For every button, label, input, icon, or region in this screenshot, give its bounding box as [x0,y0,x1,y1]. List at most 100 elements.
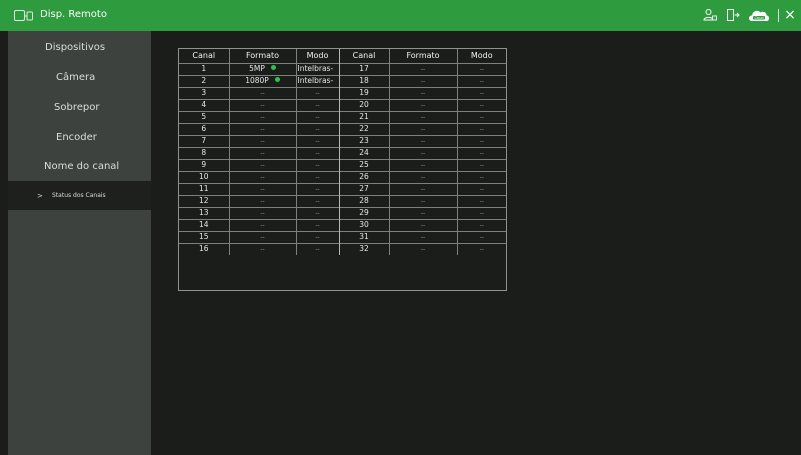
channel-number-cell: 1 [179,62,229,75]
mode-cell: -- [456,158,506,171]
mode-cell-text: -- [315,137,320,145]
format-cell-text: -- [420,173,426,181]
channel-number-cell-text: 17 [359,64,369,73]
mode-cell: -- [456,242,506,255]
mode-cell: -- [456,110,506,123]
sidebar-item-dispositivos[interactable]: Dispositivos [8,33,151,62]
mode-cell: -- [295,218,339,231]
mode-cell: -- [295,110,339,123]
channel-number-cell-text: 6 [201,124,207,133]
format-cell-text: -- [260,137,265,145]
table-row: 11 -- -- 27 -- -- [179,182,506,195]
format-cell: -- [228,146,296,159]
column-header-modo: Modo [456,49,506,63]
format-cell-text: -- [260,197,265,205]
mode-cell: -- [295,158,339,171]
format-cell-text: -- [260,173,265,181]
format-cell: -- [228,110,296,123]
table-row: 14 -- -- 30 -- -- [179,218,506,231]
mode-cell-text: -- [479,89,484,97]
channel-number-cell: 24 [338,146,389,159]
channel-number-cell: 32 [338,242,389,255]
channel-number-cell-text: 19 [359,88,369,97]
mode-cell: -- [456,206,506,219]
table-row: 8 -- -- 24 -- -- [179,146,506,159]
channel-number-cell: 13 [179,206,229,219]
format-cell: -- [388,206,457,219]
title-bar-separator [778,9,779,22]
mode-cell-text: -- [479,245,484,253]
format-cell: -- [228,206,296,219]
format-cell-text: -- [420,113,426,121]
mode-cell-text: -- [479,161,484,169]
column-header-canal: Canal [338,49,389,63]
mode-cell-text: -- [479,149,484,157]
mode-cell-text: -- [315,149,320,157]
format-cell-text: -- [260,89,265,97]
table-row: 16 -- -- 32 -- -- [179,242,506,255]
sidebar-item-label: Câmera [56,72,96,83]
channel-number-cell-text: 14 [198,220,209,229]
mode-cell-text: -- [479,173,484,181]
format-cell: -- [228,194,296,207]
channel-number-cell: 5 [179,110,229,123]
sidebar-item-status-dos-canais[interactable]: > Status dos Canais [8,181,151,210]
format-cell-text: -- [420,161,426,169]
table-row: 3 -- -- 19 -- -- [179,86,506,99]
mode-cell: Intelbras- [295,74,339,87]
column-header-modo: Modo [295,49,339,63]
mode-cell: -- [456,218,506,231]
format-cell: -- [388,158,457,171]
channel-number-cell: 31 [338,230,389,243]
channel-number-cell: 8 [179,146,229,159]
cloud-icon[interactable]: Cloud [747,7,771,23]
column-header-formato: Formato [228,49,296,63]
mode-cell: -- [456,74,506,87]
mode-cell-text: -- [479,209,484,217]
channel-number-cell: 15 [179,230,229,243]
mode-cell: -- [295,170,339,183]
table-row: 15 -- -- 31 -- -- [179,230,506,243]
sidebar-item-sobrepor[interactable]: Sobrepor [8,93,151,122]
mode-cell-text: -- [479,77,484,85]
user-icon[interactable] [703,7,717,23]
close-icon[interactable]: × [784,7,796,23]
sidebar-item-label: Status dos Canais [52,192,106,199]
format-cell-text: -- [420,65,426,73]
format-cell: -- [228,218,296,231]
channel-number-cell: 14 [179,218,229,231]
format-cell: -- [388,218,457,231]
remote-device-icon [14,10,33,21]
mode-cell-text: -- [315,161,320,169]
channel-number-cell-text: 9 [201,160,207,169]
mode-cell: -- [456,62,506,75]
format-cell: -- [388,170,457,183]
mode-cell-text: -- [479,233,484,241]
mode-cell-text: -- [479,113,484,121]
sidebar-item-nome-do-canal[interactable]: Nome do canal [8,152,151,181]
sidebar-item-encoder[interactable]: Encoder [8,123,151,152]
channel-number-cell: 25 [338,158,389,171]
mode-cell-text: -- [315,221,320,229]
format-cell: -- [228,98,296,111]
format-cell-text: -- [420,197,426,205]
format-cell: -- [388,182,457,195]
mode-cell: -- [456,98,506,111]
sidebar-item-camera[interactable]: Câmera [8,63,151,92]
channel-number-cell: 18 [338,74,389,87]
format-cell: -- [388,122,457,135]
column-header-canal: Canal [192,50,216,60]
channel-number-cell: 10 [179,170,229,183]
channel-number-cell: 17 [338,62,389,75]
channel-number-cell: 28 [338,194,389,207]
channel-number-cell: 23 [338,134,389,147]
channel-number-cell-text: 4 [201,100,207,109]
format-cell-text: -- [260,113,265,121]
mode-cell-text: -- [479,221,484,229]
table-row: 4 -- -- 20 -- -- [179,98,506,111]
format-cell: -- [388,86,457,99]
format-cell: -- [388,74,457,87]
logout-icon[interactable] [726,7,740,23]
channel-status-table: Canal Formato Modo Canal Formato Modo 15… [178,48,507,291]
mode-cell: -- [295,134,339,147]
